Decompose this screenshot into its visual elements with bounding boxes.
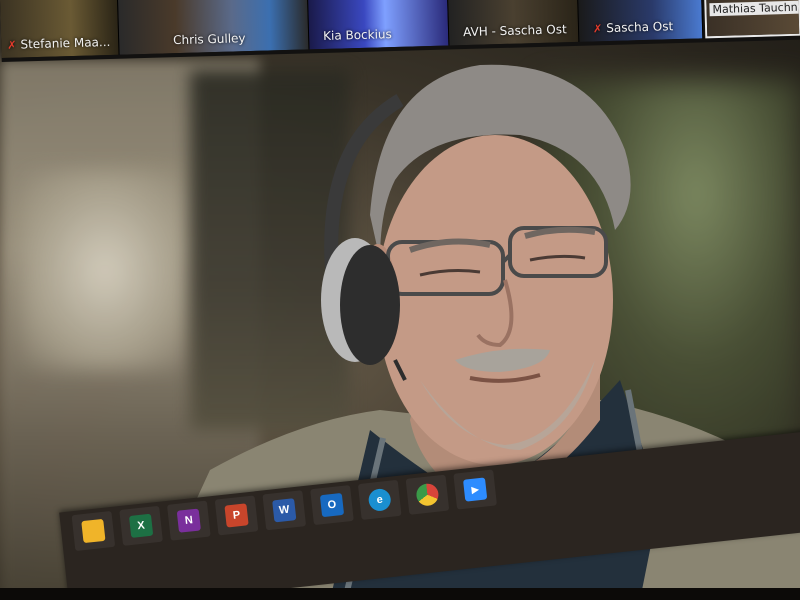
participant-name: ✗ Sascha Ost	[592, 19, 674, 36]
taskbar-excel-button[interactable]: X	[119, 505, 163, 546]
taskbar-edge-button[interactable]: e	[357, 479, 402, 520]
taskbar-onenote-button[interactable]: N	[167, 500, 211, 541]
taskbar-powerpoint-button[interactable]: P	[214, 495, 259, 536]
participant-name: Chris Gulley	[172, 31, 246, 48]
headphones-earcup	[340, 245, 400, 365]
participant-tile-active[interactable]: Mathias Tauchnitz	[703, 0, 800, 39]
participant-name: AVH - Sascha Ost	[462, 22, 567, 40]
excel-icon: X	[128, 513, 154, 538]
chrome-icon	[415, 482, 440, 507]
powerpoint-icon: P	[224, 503, 249, 528]
taskbar-word-button[interactable]: W	[262, 490, 307, 531]
zoom-meeting-screen: ✗ Stefanie Maa... Chris Gulley Kia Bockiu…	[0, 0, 800, 600]
participant-video	[117, 0, 309, 55]
participant-name: ✗ Stefanie Maa...	[7, 34, 111, 52]
taskbar-outlook-button[interactable]: O	[310, 485, 354, 526]
participant-tile[interactable]: AVH - Sascha Ost	[447, 0, 580, 46]
participant-tile[interactable]: ✗ Stefanie Maa...	[0, 0, 120, 58]
muted-icon: ✗	[7, 38, 17, 52]
participant-name: Mathias Tauchnitz	[709, 0, 800, 17]
outlook-icon: O	[319, 492, 345, 518]
onenote-icon: N	[176, 508, 201, 533]
muted-icon: ✗	[592, 22, 603, 36]
participant-tile[interactable]: Chris Gulley	[117, 0, 310, 55]
folder-icon	[81, 518, 106, 544]
participant-tile[interactable]: ✗ Sascha Ost	[577, 0, 704, 42]
monitor-bezel	[0, 588, 800, 600]
word-icon: W	[272, 498, 297, 523]
participant-tile[interactable]: Kia Bockius	[307, 0, 450, 50]
speaker-face	[377, 135, 613, 465]
taskbar-file-explorer-button[interactable]	[71, 510, 116, 552]
zoom-icon: ▶	[463, 477, 488, 502]
taskbar-zoom-button[interactable]: ▶	[453, 469, 497, 510]
taskbar-chrome-button[interactable]	[405, 474, 450, 515]
edge-icon: e	[367, 487, 392, 513]
participant-name: Kia Bockius	[322, 27, 392, 43]
